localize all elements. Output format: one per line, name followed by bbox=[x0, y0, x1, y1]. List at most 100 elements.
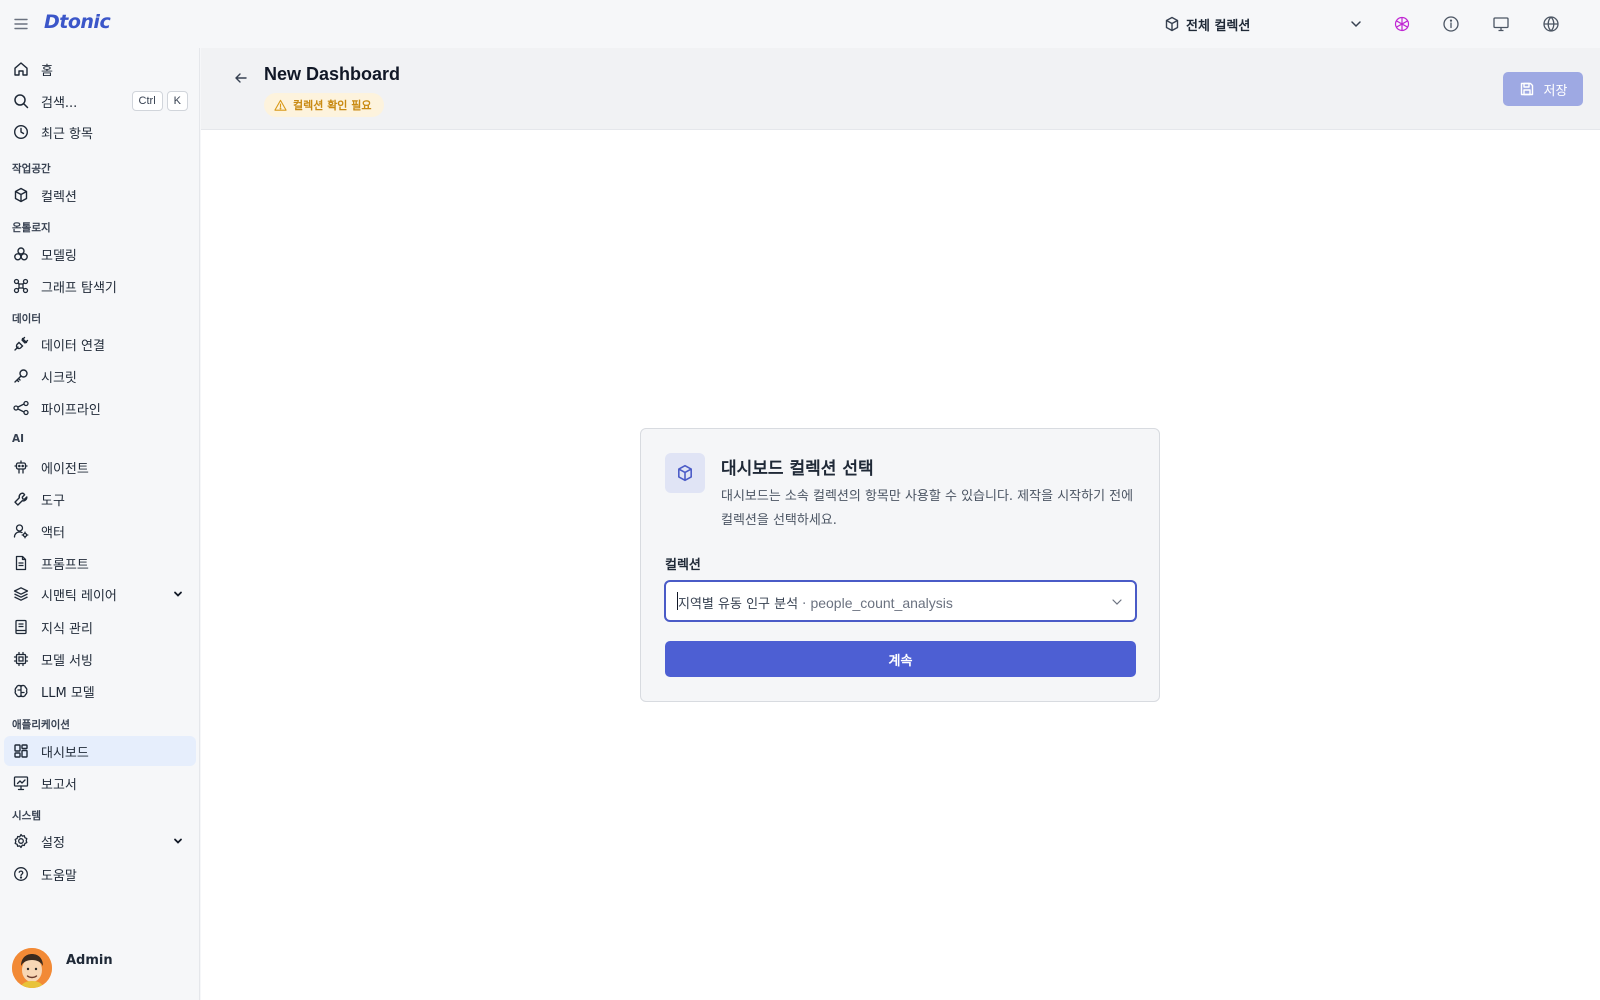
document-icon bbox=[13, 555, 29, 571]
keyboard-shortcut: Ctrl K bbox=[131, 91, 188, 111]
back-arrow-icon[interactable] bbox=[233, 70, 249, 86]
sidebar-item-label: 검색... bbox=[41, 95, 78, 111]
section-label-workspace: 작업공간 bbox=[12, 163, 51, 175]
top-bar: Dtonic 전체 컬렉션 bbox=[0, 0, 1600, 48]
dialog-title: 대시보드 컬렉션 선택 bbox=[721, 459, 874, 479]
graph-nodes-icon bbox=[13, 278, 29, 294]
sidebar-item-settings[interactable]: 설정 bbox=[4, 826, 196, 856]
sidebar-item-llm-model[interactable]: LLM 모델 bbox=[4, 676, 196, 706]
sidebar-item-report[interactable]: 보고서 bbox=[4, 768, 196, 798]
wrench-icon bbox=[13, 491, 29, 507]
cube-icon bbox=[13, 187, 29, 203]
chevron-down-icon bbox=[1110, 595, 1124, 609]
info-icon[interactable] bbox=[1442, 15, 1460, 33]
status-badge: 컬렉션 확인 필요 bbox=[264, 93, 384, 117]
user-profile[interactable]: Admin bbox=[12, 948, 113, 988]
monitor-icon[interactable] bbox=[1492, 15, 1510, 33]
continue-button[interactable]: 계속 bbox=[665, 641, 1136, 677]
sidebar-item-label: 프롬프트 bbox=[41, 557, 89, 573]
cube-icon bbox=[1164, 16, 1180, 32]
pipeline-share-icon bbox=[13, 400, 29, 416]
section-label-system: 시스템 bbox=[12, 810, 41, 822]
graph-network-icon[interactable] bbox=[1393, 15, 1411, 33]
section-label-application: 애플리케이션 bbox=[12, 719, 70, 731]
sidebar-item-label: 그래프 탐색기 bbox=[41, 280, 117, 296]
section-label-data: 데이터 bbox=[12, 313, 41, 325]
warning-triangle-icon bbox=[274, 99, 287, 112]
sidebar-item-label: 에이전트 bbox=[41, 461, 89, 477]
plug-icon bbox=[13, 336, 29, 352]
collection-select[interactable]: 지역별 유동 인구 분석 · people_count_analysis bbox=[665, 581, 1136, 621]
sidebar-item-label: 파이프라인 bbox=[41, 402, 101, 418]
sidebar-item-label: 도움말 bbox=[41, 868, 77, 884]
robot-icon bbox=[13, 459, 29, 475]
collection-switcher-label: 전체 컬렉션 bbox=[1186, 18, 1251, 34]
chevron-down-icon bbox=[1348, 16, 1364, 32]
sidebar-item-modeling[interactable]: 모델링 bbox=[4, 239, 196, 269]
help-circle-icon bbox=[13, 866, 29, 882]
sidebar: 홈 검색... Ctrl K 최근 항목 작업공간 컬렉션 온톨로지 모델링 그… bbox=[0, 48, 200, 1000]
sidebar-item-label: 홈 bbox=[41, 63, 53, 79]
search-icon bbox=[13, 93, 29, 109]
sidebar-item-home[interactable]: 홈 bbox=[4, 54, 196, 84]
save-button[interactable]: 저장 bbox=[1503, 72, 1583, 106]
sidebar-item-knowledge[interactable]: 지식 관리 bbox=[4, 612, 196, 642]
page-header: New Dashboard 컬렉션 확인 필요 저장 bbox=[201, 48, 1600, 130]
save-button-label: 저장 bbox=[1543, 83, 1568, 99]
status-badge-label: 컬렉션 확인 필요 bbox=[293, 99, 372, 112]
value-separator: · bbox=[798, 597, 811, 612]
avatar bbox=[12, 948, 52, 988]
clock-icon bbox=[13, 124, 29, 140]
chevron-down-icon bbox=[172, 588, 184, 600]
sidebar-item-dashboard[interactable]: 대시보드 bbox=[4, 736, 196, 766]
selected-collection-code: people_count_analysis bbox=[810, 595, 953, 611]
book-icon bbox=[13, 619, 29, 635]
sidebar-item-help[interactable]: 도움말 bbox=[4, 859, 196, 889]
sidebar-item-search[interactable]: 검색... Ctrl K bbox=[4, 86, 196, 116]
chip-icon bbox=[13, 651, 29, 667]
sidebar-item-label: 보고서 bbox=[41, 777, 77, 793]
sidebar-item-secret[interactable]: 시크릿 bbox=[4, 361, 196, 391]
app-logo[interactable]: Dtonic bbox=[44, 11, 111, 33]
dashboard-grid-icon bbox=[13, 743, 29, 759]
sidebar-item-agent[interactable]: 에이전트 bbox=[4, 452, 196, 482]
sidebar-item-label: 컬렉션 bbox=[41, 189, 77, 205]
sidebar-item-recent[interactable]: 최근 항목 bbox=[4, 117, 196, 147]
globe-icon[interactable] bbox=[1542, 15, 1560, 33]
collection-select-dialog: 대시보드 컬렉션 선택 대시보드는 소속 컬렉션의 항목만 사용할 수 있습니다… bbox=[640, 428, 1160, 702]
brain-icon bbox=[13, 683, 29, 699]
sidebar-item-actor[interactable]: 액터 bbox=[4, 516, 196, 546]
modeling-circles-icon bbox=[13, 246, 29, 262]
chevron-down-icon bbox=[172, 835, 184, 847]
sidebar-item-semantic-layer[interactable]: 시맨틱 레이어 bbox=[4, 579, 196, 609]
page-title[interactable]: New Dashboard bbox=[264, 64, 400, 85]
collection-field-label: 컬렉션 bbox=[665, 558, 701, 573]
sidebar-item-label: 설정 bbox=[41, 835, 65, 851]
gear-icon bbox=[13, 833, 29, 849]
sidebar-item-label: 액터 bbox=[41, 525, 65, 541]
collection-select-value: 지역별 유동 인구 분석 · people_count_analysis bbox=[678, 593, 953, 612]
sidebar-item-label: 도구 bbox=[41, 493, 65, 509]
sidebar-item-tool[interactable]: 도구 bbox=[4, 484, 196, 514]
sidebar-item-label: 시맨틱 레이어 bbox=[41, 588, 117, 604]
save-disk-icon bbox=[1519, 81, 1535, 97]
home-icon bbox=[13, 61, 29, 77]
kbd-ctrl: Ctrl bbox=[131, 91, 163, 111]
sidebar-item-graph-explorer[interactable]: 그래프 탐색기 bbox=[4, 271, 196, 301]
sidebar-item-label: 모델 서빙 bbox=[41, 653, 93, 669]
sidebar-item-collection[interactable]: 컬렉션 bbox=[4, 180, 196, 210]
layers-icon bbox=[13, 586, 29, 602]
kbd-k: K bbox=[166, 91, 188, 111]
sidebar-item-label: 지식 관리 bbox=[41, 621, 93, 637]
user-cog-icon bbox=[13, 523, 29, 539]
cube-icon bbox=[665, 453, 705, 493]
sidebar-item-model-serving[interactable]: 모델 서빙 bbox=[4, 644, 196, 674]
section-label-ai: AI bbox=[12, 433, 25, 445]
sidebar-item-data-connection[interactable]: 데이터 연결 bbox=[4, 329, 196, 359]
hamburger-menu-icon[interactable] bbox=[13, 16, 29, 32]
sidebar-item-prompt[interactable]: 프롬프트 bbox=[4, 548, 196, 578]
sidebar-item-pipeline[interactable]: 파이프라인 bbox=[4, 393, 196, 423]
collection-switcher[interactable]: 전체 컬렉션 bbox=[1164, 12, 1364, 36]
sidebar-item-label: 모델링 bbox=[41, 248, 77, 264]
sidebar-item-label: 데이터 연결 bbox=[41, 338, 105, 354]
